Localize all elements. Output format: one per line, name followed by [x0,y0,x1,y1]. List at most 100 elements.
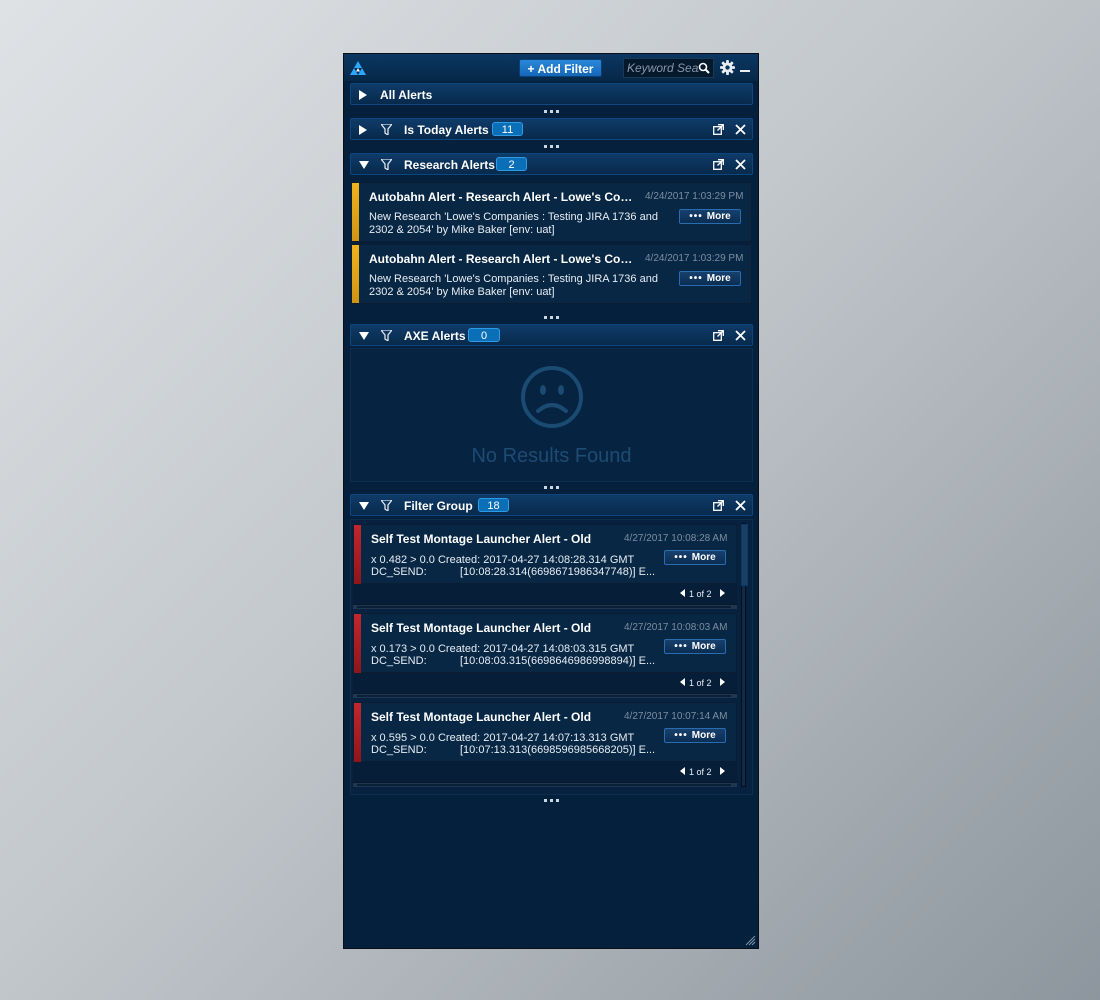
pager: 1 of 2 [353,762,737,782]
close-icon[interactable] [735,124,746,135]
dots-icon: ••• [674,730,688,741]
alert-body: New Research 'Lowe's Companies : Testing… [369,211,658,236]
horizontal-scrollbar[interactable] [353,782,737,787]
all-alerts-header[interactable]: All Alerts [350,83,753,105]
priority-bar [352,183,359,241]
group-title: All Alerts [380,88,433,102]
more-button[interactable]: ••• More [679,209,741,224]
research-alerts-header[interactable]: Research Alerts 2 [350,153,753,175]
next-page-icon[interactable] [720,678,725,686]
alert-count-badge: 2 [496,157,527,171]
expand-arrow-icon[interactable] [359,90,367,100]
close-icon[interactable] [735,500,746,511]
alert-card[interactable]: Self Test Montage Launcher Alert - Old 4… [353,702,737,787]
popout-icon[interactable] [713,159,724,170]
vertical-scrollbar[interactable] [741,523,748,787]
alert-timestamp: 4/24/2017 1:03:29 PM [645,191,744,202]
toolbar: + Add Filter [344,54,758,81]
logo-icon [350,61,366,75]
alert-detail: DC_SEND: [10:08:03.315(6698646986998894)]… [371,655,656,667]
next-page-icon[interactable] [720,767,725,775]
resize-divider[interactable] [544,316,560,319]
add-filter-button[interactable]: + Add Filter [519,59,602,77]
collapse-arrow-icon[interactable] [359,502,369,510]
alert-card[interactable]: Self Test Montage Launcher Alert - Old 4… [353,524,737,609]
empty-state-panel: No Results Found [350,348,753,482]
more-button[interactable]: ••• More [679,271,741,286]
today-alerts-header[interactable]: Is Today Alerts 11 [350,118,753,140]
dots-icon: ••• [674,552,688,563]
resize-divider[interactable] [544,145,560,148]
alert-count-badge: 0 [468,328,500,342]
resize-grip-icon[interactable] [745,935,756,946]
next-page-icon[interactable] [720,589,725,597]
priority-bar [354,525,361,585]
prev-page-icon[interactable] [680,678,685,686]
page-indicator: 1 of 2 [689,678,712,688]
filter-icon [381,500,392,511]
pager: 1 of 2 [353,584,737,604]
filter-group-list: Self Test Montage Launcher Alert - Old 4… [350,519,753,795]
priority-bar [354,703,361,763]
alert-detail: x 0.482 > 0.0 Created: 2017-04-27 14:08:… [371,554,635,566]
search-input[interactable] [627,60,699,76]
alert-detail: x 0.173 > 0.0 Created: 2017-04-27 14:08:… [371,643,635,655]
resize-divider[interactable] [544,110,560,113]
alert-card-body: Self Test Montage Launcher Alert - Old 4… [353,613,737,674]
page-indicator: 1 of 2 [689,767,712,777]
search-icon[interactable] [698,62,710,74]
collapse-arrow-icon[interactable] [359,161,369,169]
alert-timestamp: 4/24/2017 1:03:29 PM [645,253,744,264]
alert-card[interactable]: Autobahn Alert - Research Alert - Lowe's… [351,244,752,304]
dots-icon: ••• [689,273,703,284]
alert-detail: DC_SEND: [10:08:28.314(6698671986347748)]… [371,566,656,578]
popout-icon[interactable] [713,330,724,341]
alerts-window: + Add Filter All Alerts [343,53,759,949]
prev-page-icon[interactable] [680,589,685,597]
more-button[interactable]: ••• More [664,728,726,743]
collapse-arrow-icon[interactable] [359,332,369,340]
alert-card-body: Self Test Montage Launcher Alert - Old 4… [353,702,737,763]
dots-icon: ••• [674,641,688,652]
alert-title: Autobahn Alert - Research Alert - Lowe's… [369,252,634,266]
keyword-search [623,58,714,78]
page-indicator: 1 of 2 [689,589,712,599]
alert-count-badge: 11 [492,122,523,136]
horizontal-scrollbar[interactable] [353,693,737,698]
horizontal-scrollbar[interactable] [353,604,737,609]
close-icon[interactable] [735,330,746,341]
alert-count-badge: 18 [478,498,509,512]
group-title: Research Alerts [404,158,495,172]
close-icon[interactable] [735,159,746,170]
alert-card[interactable]: Autobahn Alert - Research Alert - Lowe's… [351,182,752,242]
scrollbar-thumb[interactable] [741,524,748,586]
minimize-icon[interactable] [740,70,750,72]
sad-face-icon [521,366,583,428]
pager: 1 of 2 [353,673,737,693]
group-title: Filter Group [404,499,473,513]
alert-title: Autobahn Alert - Research Alert - Lowe's… [369,190,634,204]
more-button[interactable]: ••• More [664,550,726,565]
alert-body: New Research 'Lowe's Companies : Testing… [369,273,658,298]
gear-icon[interactable] [720,60,735,75]
resize-divider[interactable] [544,799,560,802]
alert-detail: x 0.595 > 0.0 Created: 2017-04-27 14:07:… [371,732,635,744]
alert-card[interactable]: Self Test Montage Launcher Alert - Old 4… [353,613,737,698]
alert-detail: DC_SEND: [10:07:13.313(6698596985668205)]… [371,744,656,756]
resize-divider[interactable] [544,486,560,489]
group-title: AXE Alerts [404,329,466,343]
no-results-text: No Results Found [471,445,632,467]
alert-timestamp: 4/27/2017 10:08:03 AM [624,622,728,633]
more-button[interactable]: ••• More [664,639,726,654]
popout-icon[interactable] [713,500,724,511]
priority-bar [354,614,361,674]
axe-alerts-header[interactable]: AXE Alerts 0 [350,324,753,346]
priority-bar [352,245,359,303]
prev-page-icon[interactable] [680,767,685,775]
filter-group-header[interactable]: Filter Group 18 [350,494,753,516]
filter-icon [381,330,392,341]
expand-arrow-icon[interactable] [359,125,367,135]
filter-icon [381,124,392,135]
alert-title: Self Test Montage Launcher Alert - Old [371,532,592,546]
popout-icon[interactable] [713,124,724,135]
